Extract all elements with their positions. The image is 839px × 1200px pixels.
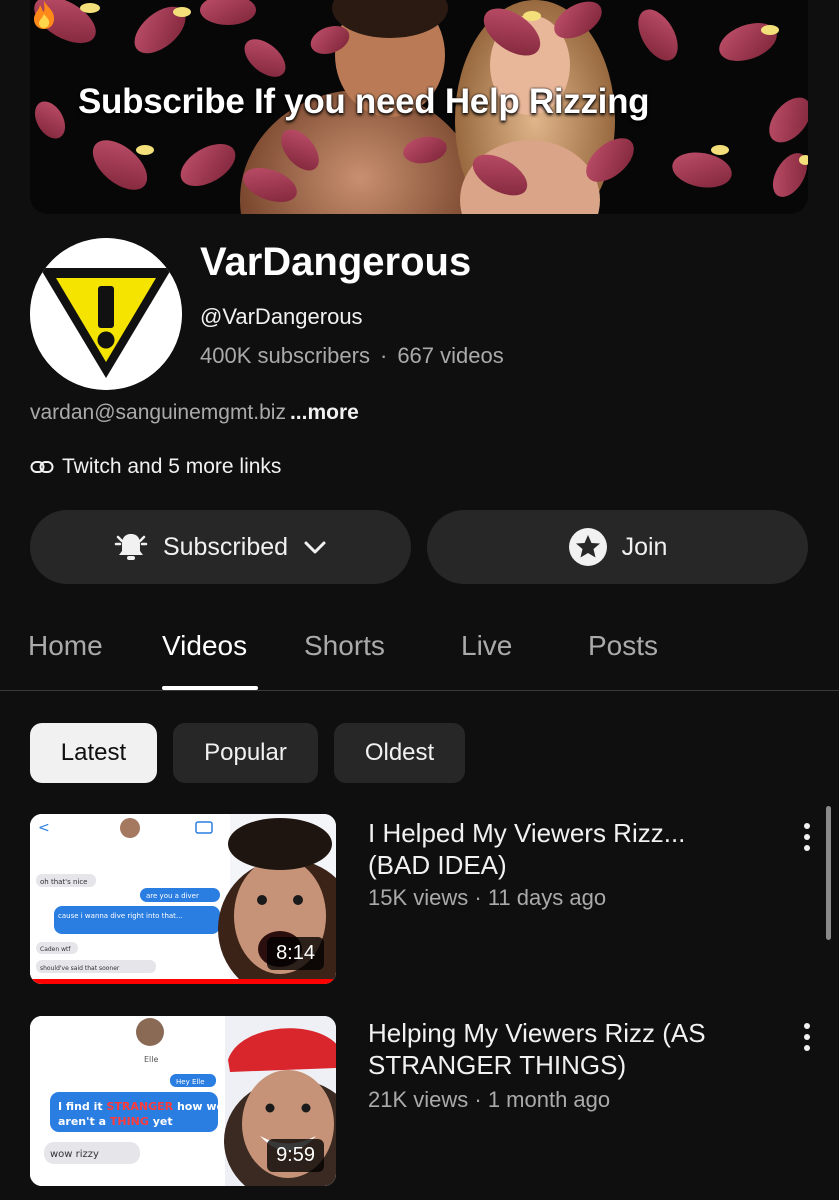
channel-stats: 400K subscribers · 667 videos: [200, 343, 504, 369]
video-count: 667 videos: [397, 343, 504, 368]
thumb-msg-1: Hey Elle: [176, 1078, 205, 1086]
video-thumbnail[interactable]: Elle Hey Elle I find it STRANGER how we …: [30, 1016, 336, 1186]
video-duration: 8:14: [267, 937, 324, 970]
join-button[interactable]: Join: [427, 510, 808, 584]
channel-handle: @VarDangerous: [200, 304, 363, 329]
video-title[interactable]: I Helped My Viewers Rizz... (BAD IDEA): [368, 817, 748, 881]
tab-videos[interactable]: Videos: [162, 630, 247, 662]
description-text: vardan@sanguinemgmt.biz: [30, 401, 286, 424]
video-thumbnail[interactable]: < oh that's nice are you a diver cause i…: [30, 814, 336, 984]
tab-home[interactable]: Home: [28, 630, 103, 662]
thumb-msg-2d: aren't a: [58, 1115, 106, 1128]
thumb-contact-name: Elle: [144, 1055, 159, 1064]
thumb-msg-2f: yet: [153, 1115, 173, 1128]
channel-description[interactable]: vardan@sanguinemgmt.biz ...more: [30, 401, 359, 425]
more-options-icon[interactable]: [797, 1018, 817, 1058]
thumb-msg-3: cause i wanna dive right into that...: [58, 912, 183, 920]
more-link[interactable]: ...more: [290, 401, 359, 424]
fire-icon: [34, 1, 55, 29]
tab-live[interactable]: Live: [461, 630, 512, 662]
chevron-down-icon: [304, 541, 326, 554]
star-badge-icon: [568, 528, 607, 566]
stats-separator: ·: [379, 343, 388, 368]
subscribed-label: Subscribed: [162, 532, 289, 561]
tab-posts[interactable]: Posts: [588, 630, 658, 662]
chip-popular[interactable]: Popular: [173, 723, 318, 783]
more-options-icon[interactable]: [797, 818, 817, 858]
bell-icon: [114, 534, 148, 560]
video-meta: 15K views · 11 days ago: [368, 885, 607, 910]
subscriber-count: 400K subscribers: [200, 343, 370, 368]
thumb-msg-1: oh that's nice: [40, 878, 88, 886]
channel-banner: Subscribe If you need Help Rizzing: [30, 0, 808, 214]
thumb-msg-2e: THING: [110, 1115, 149, 1128]
banner-slogan: Subscribe If you need Help Rizzing: [78, 82, 650, 121]
channel-avatar[interactable]: [30, 238, 182, 390]
thumb-msg-2: are you a diver: [146, 892, 199, 900]
tab-shorts[interactable]: Shorts: [304, 630, 385, 662]
thumb-msg-5: should've said that sooner: [40, 965, 120, 972]
channel-tabs: Home Videos Shorts Live Posts: [0, 620, 839, 691]
tabs-divider: [0, 690, 839, 691]
thumb-msg-2a: I find it: [58, 1100, 103, 1113]
links-label: Twitch and 5 more links: [62, 455, 282, 478]
join-label: Join: [621, 532, 668, 561]
svg-text:<: <: [38, 820, 50, 836]
thumb-msg-3: wow rizzy: [50, 1149, 99, 1160]
warning-triangle-icon: [30, 238, 182, 390]
subscribed-button[interactable]: Subscribed: [30, 510, 411, 584]
chip-latest[interactable]: Latest: [30, 723, 157, 783]
thumb-msg-2c: how we: [177, 1100, 224, 1113]
watch-progress-bar: [30, 979, 336, 984]
scrollbar[interactable]: [826, 806, 831, 940]
svg-text:aren't a THING yet: aren't a THING yet: [58, 1115, 173, 1128]
svg-text:I find it STRANGER how we: I find it STRANGER how we: [58, 1100, 224, 1113]
thumb-msg-2b: STRANGER: [106, 1100, 173, 1113]
thumb-msg-4: Caden wtf: [40, 946, 71, 953]
video-duration: 9:59: [267, 1139, 324, 1172]
channel-links[interactable]: Twitch and 5 more links: [30, 455, 281, 479]
link-icon: [30, 461, 54, 473]
chip-oldest[interactable]: Oldest: [334, 723, 465, 783]
video-title[interactable]: Helping My Viewers Rizz (AS STRANGER THI…: [368, 1017, 748, 1081]
video-meta: 21K views · 1 month ago: [368, 1087, 611, 1112]
channel-name: VarDangerous: [200, 240, 472, 284]
